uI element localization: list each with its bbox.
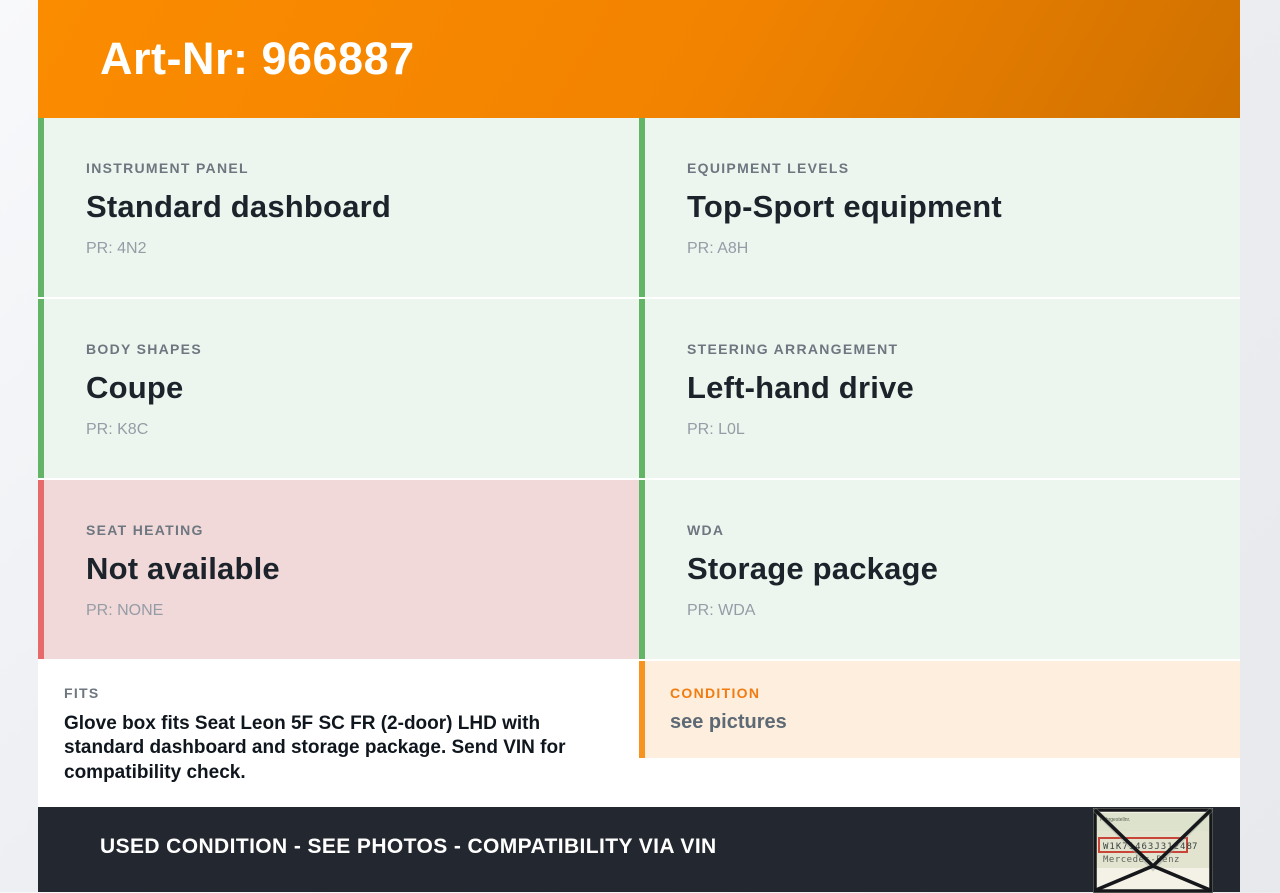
- header-banner: Art-Nr: 966887: [38, 0, 1240, 118]
- card-label: INSTRUMENT PANEL: [86, 160, 249, 176]
- pr-code: PR: L0L: [687, 421, 745, 438]
- card-condition: CONDITION see pictures: [639, 661, 1240, 758]
- pr-code: PR: WDA: [687, 602, 756, 619]
- card-label: EQUIPMENT LEVELS: [687, 160, 850, 176]
- fits-description: Glove box fits Seat Leon 5F SC FR (2-doo…: [64, 713, 566, 783]
- listing-page: Art-Nr: 966887 INSTRUMENT PANEL Standard…: [38, 0, 1240, 893]
- card-label: SEAT HEATING: [86, 522, 204, 538]
- card-wda: WDA Storage package PR: WDA: [639, 480, 1240, 659]
- card-body-shapes: BODY SHAPES Coupe PR: K8C: [38, 299, 639, 478]
- envelope-registration-image: Fahrgestellnr. W1K71463J31248 7 Mercedes…: [1093, 808, 1213, 893]
- card-value: Storage package: [687, 551, 939, 586]
- card-equipment-levels: EQUIPMENT LEVELS Top-Sport equipment PR:…: [639, 118, 1240, 297]
- stamp-vin-suffix: 7: [1192, 842, 1197, 852]
- attribute-grid: INSTRUMENT PANEL Standard dashboard PR: …: [38, 118, 1240, 807]
- pr-code: PR: 4N2: [86, 240, 147, 257]
- card-value: Top-Sport equipment: [687, 189, 1002, 224]
- card-label: BODY SHAPES: [86, 341, 202, 357]
- condition-value: see pictures: [670, 711, 787, 733]
- card-fits: FITS Glove box fits Seat Leon 5F SC FR (…: [38, 661, 639, 807]
- card-value: Left-hand drive: [687, 370, 914, 405]
- article-number-title: Art-Nr: 966887: [100, 33, 415, 84]
- card-seat-heating: SEAT HEATING Not available PR: NONE: [38, 480, 639, 659]
- pr-code: PR: K8C: [86, 421, 149, 438]
- card-value: Coupe: [86, 370, 184, 405]
- card-label: FITS: [64, 685, 100, 701]
- card-label: STEERING ARRANGEMENT: [687, 341, 899, 357]
- card-instrument-panel: INSTRUMENT PANEL Standard dashboard PR: …: [38, 118, 639, 297]
- footer-bar: USED CONDITION - SEE PHOTOS - COMPATIBIL…: [38, 807, 1240, 893]
- card-value: Standard dashboard: [86, 189, 392, 224]
- card-label: WDA: [687, 522, 725, 538]
- condition-cell: CONDITION see pictures: [639, 661, 1240, 807]
- envelope-icon: Fahrgestellnr. W1K71463J31248 7 Mercedes…: [1093, 808, 1213, 893]
- footer-notice: USED CONDITION - SEE PHOTOS - COMPATIBIL…: [100, 834, 717, 858]
- pr-code: PR: NONE: [86, 602, 164, 619]
- pr-code: PR: A8H: [687, 240, 749, 257]
- card-value: Not available: [86, 551, 280, 586]
- card-label: CONDITION: [670, 685, 761, 701]
- card-steering-arrangement: STEERING ARRANGEMENT Left-hand drive PR:…: [639, 299, 1240, 478]
